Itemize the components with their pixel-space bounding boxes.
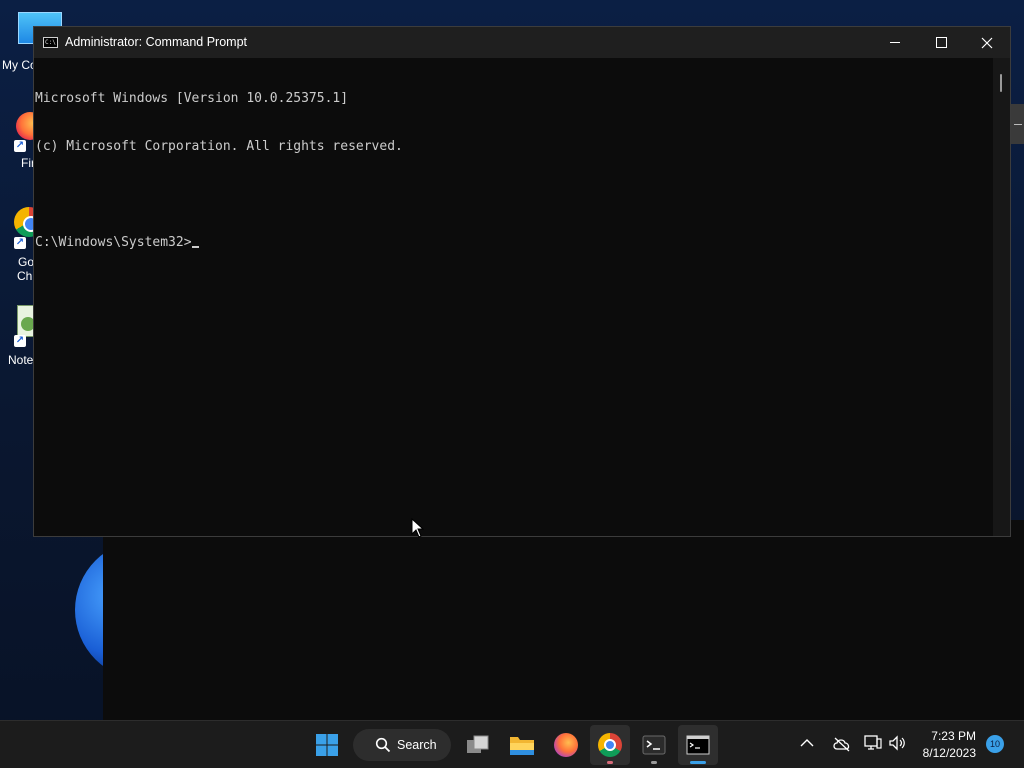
running-indicator [607,761,613,764]
desktop-icon-label: Go [18,255,35,269]
network-button[interactable] [864,735,882,753]
onedrive-button[interactable] [832,736,852,752]
minimize-icon [890,42,900,43]
clock-date: 8/12/2023 [922,746,976,760]
close-button[interactable] [964,27,1010,58]
desktop-icon-label: My Co [2,58,37,72]
terminal-taskbar-button[interactable] [634,725,674,765]
maximize-button[interactable] [918,27,964,58]
search-icon [375,737,391,753]
chevron-up-icon [800,739,814,747]
console-line: (c) Microsoft Corporation. All rights re… [35,139,403,154]
background-window [103,520,1024,720]
maximize-icon [935,37,947,48]
command-prompt-taskbar-button[interactable] [678,725,718,765]
task-view-button[interactable] [458,725,498,765]
title-bar[interactable]: C:\ Administrator: Command Prompt [34,27,1010,58]
clock[interactable]: 7:23 PM 8/12/2023 [910,727,978,763]
minimize-button[interactable] [872,27,918,58]
console-prompt: C:\Windows\System32> [35,235,192,250]
clock-time: 7:23 PM [931,729,976,743]
chrome-taskbar-button[interactable] [590,725,630,765]
taskbar: Search 7:23 PM 8/12/2023 [0,720,1024,768]
window-title: Administrator: Command Prompt [65,35,248,49]
start-icon [316,734,338,756]
shortcut-arrow-icon: ↗ [14,140,26,152]
speaker-icon [889,735,905,751]
start-button[interactable] [307,725,347,765]
shortcut-arrow-icon: ↗ [14,237,26,249]
search-label: Search [397,738,437,752]
text-caret [191,246,199,248]
vertical-scrollbar[interactable] [993,58,1010,536]
active-indicator [690,761,706,764]
background-window-edge [1011,104,1024,144]
console-output[interactable]: Microsoft Windows [Version 10.0.25375.1]… [35,58,993,537]
shortcut-arrow-icon: ↗ [14,335,26,347]
running-indicator [651,761,657,764]
chrome-icon-center [604,739,616,751]
terminal-icon [642,735,666,755]
file-explorer-button[interactable] [502,725,542,765]
network-icon [864,735,882,750]
close-icon [981,37,993,48]
firefox-icon [554,733,578,757]
command-prompt-icon [686,735,710,755]
console-line: Microsoft Windows [Version 10.0.25375.1] [35,91,349,106]
command-prompt-icon: C:\ [43,37,58,48]
chrome-icon [598,733,622,757]
scrollbar-thumb[interactable] [1000,74,1002,92]
cloud-offline-icon [833,737,850,752]
task-view-icon [467,735,489,753]
show-hidden-icons-button[interactable] [800,735,818,753]
taskbar-search[interactable]: Search [353,729,451,761]
desktop-icon-label: Note [8,353,34,367]
console-prompt-line[interactable]: C:\Windows\System32> [35,235,993,251]
notification-badge[interactable]: 10 [986,735,1004,753]
command-prompt-window[interactable]: C:\ Administrator: Command Prompt Micros… [33,26,1011,537]
volume-button[interactable] [888,735,906,753]
mouse-pointer-icon [411,518,425,538]
file-explorer-icon [510,737,534,755]
firefox-taskbar-button[interactable] [546,725,586,765]
